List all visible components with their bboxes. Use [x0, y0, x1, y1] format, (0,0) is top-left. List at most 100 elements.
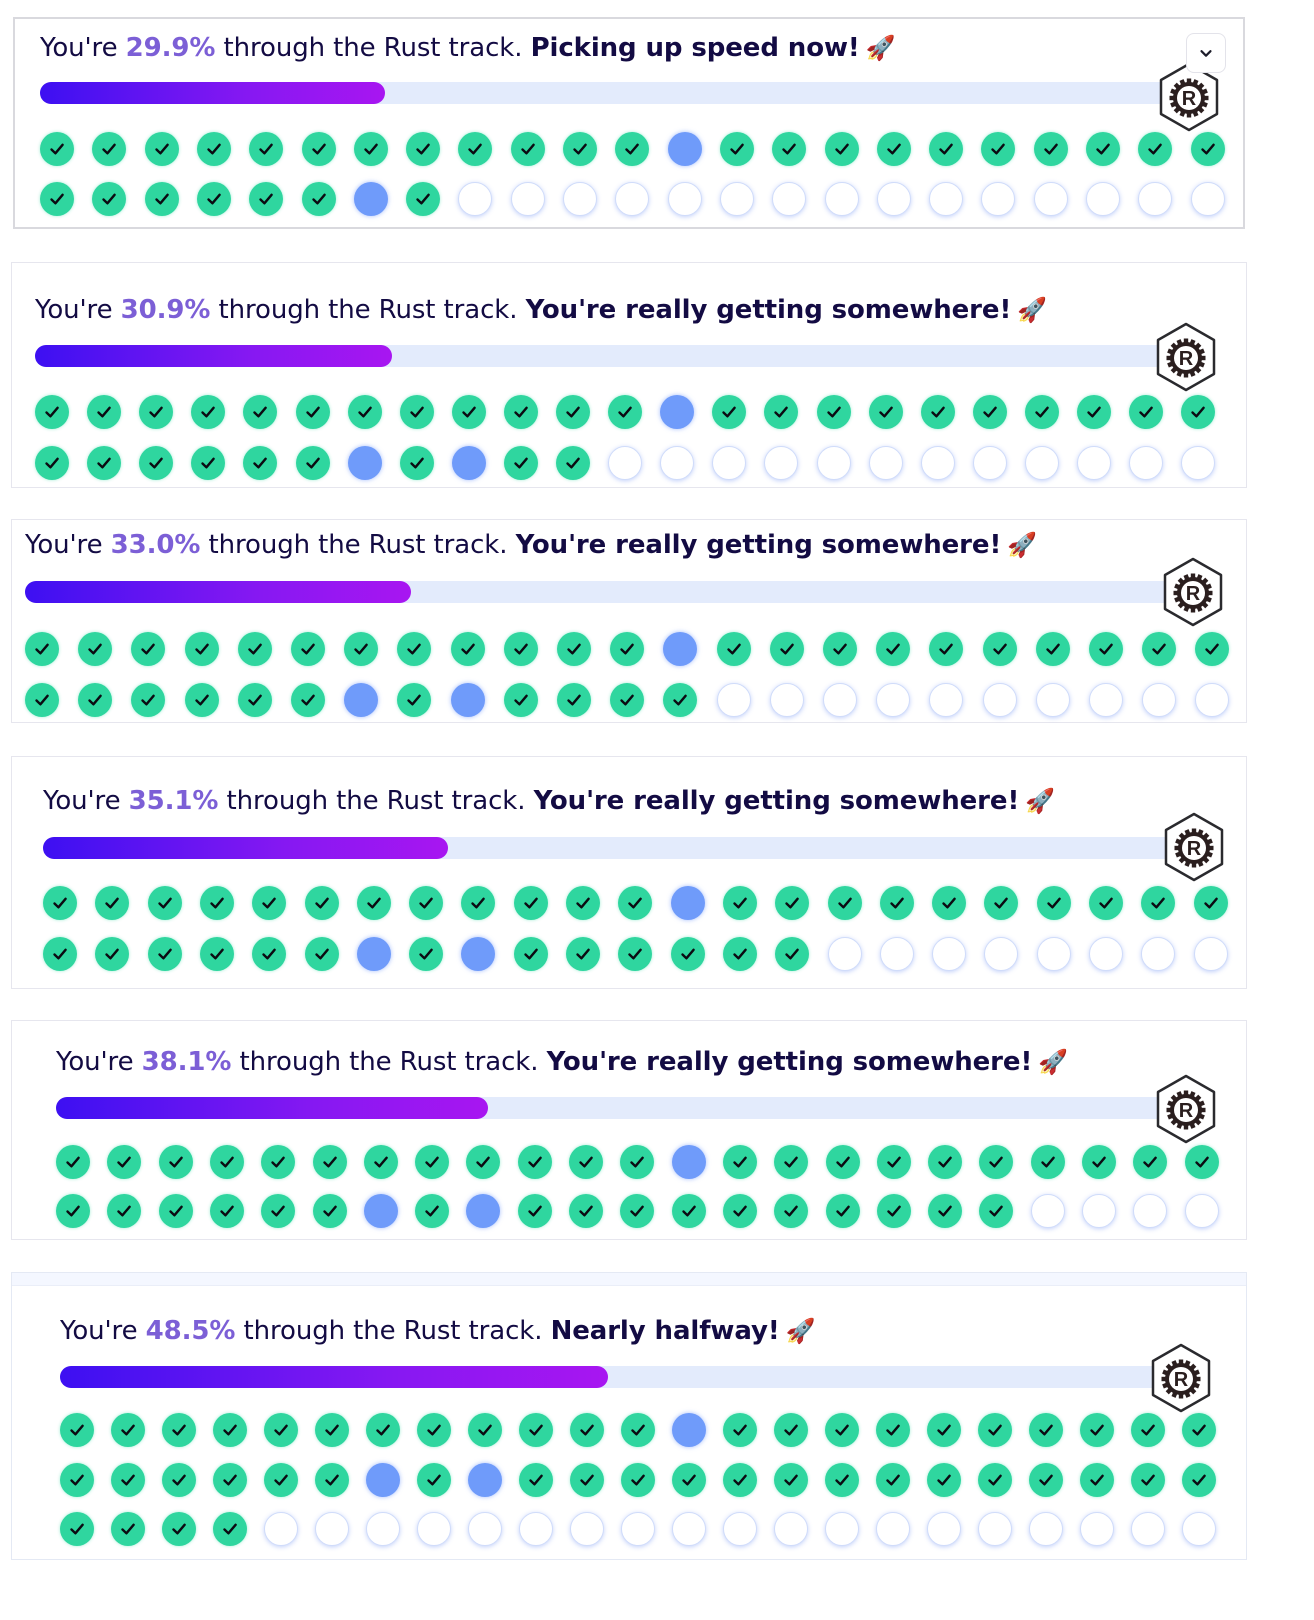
completed-exercise-dot[interactable] [213, 1512, 247, 1546]
completed-exercise-dot[interactable] [1077, 395, 1111, 429]
locked-exercise-dot[interactable] [774, 1512, 808, 1546]
in-progress-exercise-dot[interactable] [461, 937, 496, 971]
locked-exercise-dot[interactable] [982, 683, 1017, 717]
completed-exercise-dot[interactable] [723, 1462, 757, 1497]
completed-exercise-dot[interactable] [35, 446, 69, 480]
completed-exercise-dot[interactable] [1035, 632, 1070, 666]
completed-exercise-dot[interactable] [774, 1194, 809, 1228]
completed-exercise-dot[interactable] [610, 632, 645, 666]
locked-exercise-dot[interactable] [1181, 446, 1216, 480]
completed-exercise-dot[interactable] [295, 446, 330, 480]
completed-exercise-dot[interactable] [774, 1462, 808, 1497]
completed-exercise-dot[interactable] [774, 1413, 808, 1447]
completed-exercise-dot[interactable] [312, 1194, 347, 1228]
locked-exercise-dot[interactable] [712, 446, 747, 480]
locked-exercise-dot[interactable] [1033, 182, 1068, 216]
completed-exercise-dot[interactable] [237, 632, 272, 666]
in-progress-exercise-dot[interactable] [344, 683, 379, 717]
completed-exercise-dot[interactable] [40, 132, 74, 166]
completed-exercise-dot[interactable] [876, 132, 911, 166]
in-progress-exercise-dot[interactable] [672, 1413, 706, 1447]
locked-exercise-dot[interactable] [458, 182, 493, 216]
completed-exercise-dot[interactable] [451, 395, 486, 429]
completed-exercise-dot[interactable] [131, 632, 166, 666]
completed-exercise-dot[interactable] [399, 395, 434, 429]
completed-exercise-dot[interactable] [301, 132, 336, 166]
completed-exercise-dot[interactable] [366, 1413, 400, 1447]
completed-exercise-dot[interactable] [566, 886, 600, 920]
locked-exercise-dot[interactable] [1089, 937, 1123, 971]
completed-exercise-dot[interactable] [397, 683, 432, 717]
in-progress-exercise-dot[interactable] [366, 1462, 400, 1497]
completed-exercise-dot[interactable] [510, 132, 545, 166]
completed-exercise-dot[interactable] [468, 1413, 502, 1447]
completed-exercise-dot[interactable] [557, 632, 591, 666]
locked-exercise-dot[interactable] [920, 446, 955, 480]
locked-exercise-dot[interactable] [1195, 683, 1230, 717]
locked-exercise-dot[interactable] [366, 1512, 400, 1546]
completed-exercise-dot[interactable] [1190, 132, 1225, 166]
locked-exercise-dot[interactable] [1024, 446, 1059, 480]
completed-exercise-dot[interactable] [1181, 395, 1216, 429]
completed-exercise-dot[interactable] [563, 132, 597, 166]
locked-exercise-dot[interactable] [264, 1512, 298, 1546]
completed-exercise-dot[interactable] [243, 446, 278, 480]
completed-exercise-dot[interactable] [111, 1512, 145, 1546]
in-progress-exercise-dot[interactable] [670, 886, 705, 920]
completed-exercise-dot[interactable] [56, 1194, 90, 1228]
completed-exercise-dot[interactable] [450, 632, 485, 666]
completed-exercise-dot[interactable] [719, 132, 754, 166]
completed-exercise-dot[interactable] [415, 1194, 450, 1228]
locked-exercise-dot[interactable] [570, 1512, 604, 1546]
completed-exercise-dot[interactable] [879, 886, 914, 920]
completed-exercise-dot[interactable] [199, 886, 234, 920]
completed-exercise-dot[interactable] [243, 395, 278, 429]
completed-exercise-dot[interactable] [35, 395, 69, 429]
in-progress-exercise-dot[interactable] [660, 395, 695, 429]
locked-exercise-dot[interactable] [816, 446, 851, 480]
locked-exercise-dot[interactable] [1133, 1194, 1168, 1228]
completed-exercise-dot[interactable] [60, 1512, 94, 1546]
locked-exercise-dot[interactable] [1193, 937, 1228, 971]
locked-exercise-dot[interactable] [1138, 182, 1173, 216]
completed-exercise-dot[interactable] [363, 1145, 398, 1179]
in-progress-exercise-dot[interactable] [356, 937, 391, 971]
in-progress-exercise-dot[interactable] [667, 132, 702, 166]
completed-exercise-dot[interactable] [353, 132, 388, 166]
completed-exercise-dot[interactable] [825, 1145, 860, 1179]
completed-exercise-dot[interactable] [261, 1145, 296, 1179]
completed-exercise-dot[interactable] [139, 395, 174, 429]
locked-exercise-dot[interactable] [827, 937, 862, 971]
completed-exercise-dot[interactable] [107, 1194, 142, 1228]
completed-exercise-dot[interactable] [671, 1194, 706, 1228]
completed-exercise-dot[interactable] [147, 886, 182, 920]
completed-exercise-dot[interactable] [252, 937, 287, 971]
completed-exercise-dot[interactable] [158, 1194, 193, 1228]
completed-exercise-dot[interactable] [1138, 132, 1173, 166]
locked-exercise-dot[interactable] [868, 446, 903, 480]
completed-exercise-dot[interactable] [249, 132, 284, 166]
completed-exercise-dot[interactable] [503, 632, 538, 666]
in-progress-exercise-dot[interactable] [363, 1194, 398, 1228]
completed-exercise-dot[interactable] [261, 1194, 296, 1228]
locked-exercise-dot[interactable] [927, 1512, 961, 1546]
completed-exercise-dot[interactable] [409, 937, 444, 971]
completed-exercise-dot[interactable] [621, 1413, 655, 1447]
completed-exercise-dot[interactable] [928, 1145, 963, 1179]
completed-exercise-dot[interactable] [569, 1145, 603, 1179]
completed-exercise-dot[interactable] [978, 1462, 1012, 1497]
completed-exercise-dot[interactable] [406, 182, 441, 216]
completed-exercise-dot[interactable] [131, 683, 166, 717]
completed-exercise-dot[interactable] [876, 1145, 911, 1179]
in-progress-exercise-dot[interactable] [466, 1194, 501, 1228]
completed-exercise-dot[interactable] [92, 132, 127, 166]
completed-exercise-dot[interactable] [876, 1462, 910, 1497]
locked-exercise-dot[interactable] [667, 182, 702, 216]
completed-exercise-dot[interactable] [928, 1194, 963, 1228]
completed-exercise-dot[interactable] [60, 1462, 94, 1497]
locked-exercise-dot[interactable] [1082, 1194, 1116, 1228]
completed-exercise-dot[interactable] [610, 683, 645, 717]
completed-exercise-dot[interactable] [1080, 1413, 1114, 1447]
completed-exercise-dot[interactable] [107, 1145, 142, 1179]
completed-exercise-dot[interactable] [503, 395, 538, 429]
